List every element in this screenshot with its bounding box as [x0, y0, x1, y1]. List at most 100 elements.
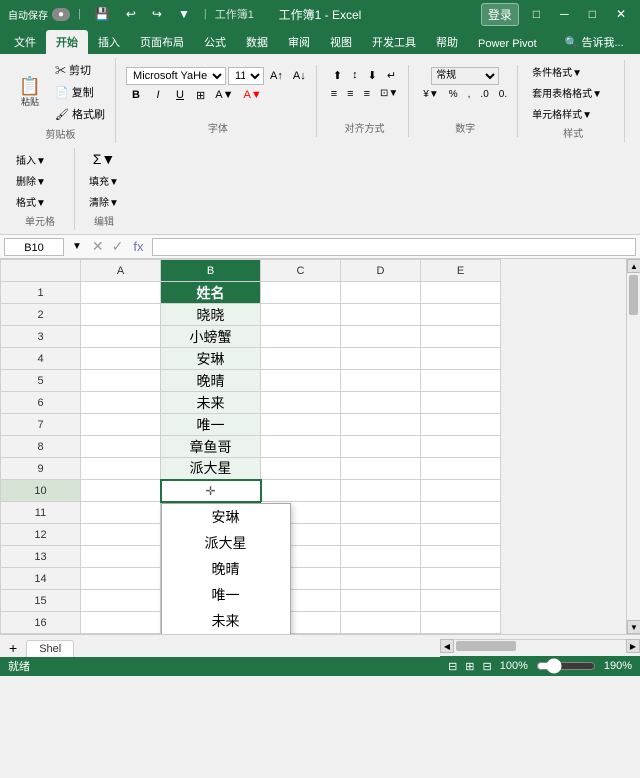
- format-button[interactable]: 格式▼: [12, 192, 68, 211]
- tab-home[interactable]: 开始: [46, 30, 88, 54]
- close-button[interactable]: ✕: [610, 5, 632, 23]
- increase-font-button[interactable]: A↑: [266, 68, 287, 84]
- tab-page-layout[interactable]: 页面布局: [130, 30, 194, 54]
- increase-decimal-button[interactable]: .0: [476, 87, 492, 102]
- scroll-up-arrow[interactable]: ▲: [627, 259, 640, 273]
- autosave-toggle[interactable]: ●: [52, 8, 70, 21]
- cell-a10[interactable]: [81, 480, 161, 502]
- horizontal-scrollbar[interactable]: ◀ ▶: [440, 639, 640, 653]
- autocomplete-item-xiaopangxie[interactable]: 小螃蟹: [162, 634, 290, 635]
- cell-reference-box[interactable]: B10: [4, 238, 64, 256]
- cell-a13[interactable]: [81, 546, 161, 568]
- row-header-8[interactable]: 8: [1, 436, 81, 458]
- tab-file[interactable]: 文件: [4, 30, 46, 54]
- autocomplete-dropdown[interactable]: 安琳 派大星 晚晴 唯一 未来 小螃蟹 晓晓 章鱼哥: [161, 503, 291, 635]
- conditional-format-button[interactable]: 条件格式▼: [528, 62, 618, 81]
- cell-c5[interactable]: [261, 370, 341, 392]
- cell-e9[interactable]: [421, 458, 501, 480]
- ribbon-toggle-button[interactable]: □: [527, 5, 546, 23]
- autosum-button[interactable]: Σ▼: [88, 149, 121, 169]
- autocomplete-item-padaxing[interactable]: 派大星: [162, 530, 290, 556]
- row-header-7[interactable]: 7: [1, 414, 81, 436]
- row-header-10[interactable]: 10: [1, 480, 81, 502]
- font-name-select[interactable]: Microsoft YaHei: [126, 67, 226, 85]
- tab-search[interactable]: 🔍 告诉我...: [555, 30, 634, 54]
- row-header-2[interactable]: 2: [1, 304, 81, 326]
- cell-e10[interactable]: [421, 480, 501, 502]
- cell-e5[interactable]: [421, 370, 501, 392]
- merge-button[interactable]: ⊡▼: [376, 86, 402, 102]
- font-color-button[interactable]: A▼: [239, 87, 265, 103]
- cell-c3[interactable]: [261, 326, 341, 348]
- col-header-e[interactable]: E: [421, 260, 501, 282]
- cell-b10[interactable]: ✛ 安琳 派大星 晚晴 唯一 未来 小螃蟹 晓晓 章鱼哥: [161, 480, 261, 502]
- cell-e15[interactable]: [421, 590, 501, 612]
- cell-c2[interactable]: [261, 304, 341, 326]
- row-header-9[interactable]: 9: [1, 458, 81, 480]
- autocomplete-item-weiyi[interactable]: 唯一: [162, 582, 290, 608]
- tab-help[interactable]: 帮助: [426, 30, 468, 54]
- cell-d2[interactable]: [341, 304, 421, 326]
- underline-button[interactable]: U: [170, 87, 190, 103]
- cell-a3[interactable]: [81, 326, 161, 348]
- cell-d14[interactable]: [341, 568, 421, 590]
- cell-e7[interactable]: [421, 414, 501, 436]
- redo-button[interactable]: ↪: [146, 5, 168, 23]
- cell-b2[interactable]: 晓晓: [161, 304, 261, 326]
- cell-d10[interactable]: [341, 480, 421, 502]
- cell-d1[interactable]: [341, 282, 421, 304]
- cell-b6[interactable]: 未来: [161, 392, 261, 414]
- vertical-scrollbar[interactable]: ▲ ▼: [626, 259, 640, 634]
- formula-input[interactable]: [152, 238, 637, 256]
- cut-button[interactable]: ✂ 剪切: [51, 60, 109, 80]
- cell-e11[interactable]: [421, 502, 501, 524]
- copy-button[interactable]: 📄 复制: [51, 82, 109, 102]
- row-header-5[interactable]: 5: [1, 370, 81, 392]
- format-painter-button[interactable]: 🖌 格式刷: [51, 104, 109, 124]
- cell-a14[interactable]: [81, 568, 161, 590]
- cell-b3[interactable]: 小螃蟹: [161, 326, 261, 348]
- cell-a5[interactable]: [81, 370, 161, 392]
- cell-d5[interactable]: [341, 370, 421, 392]
- cell-e8[interactable]: [421, 436, 501, 458]
- font-size-select[interactable]: 11: [228, 67, 264, 85]
- tab-review[interactable]: 审阅: [278, 30, 320, 54]
- col-header-c[interactable]: C: [261, 260, 341, 282]
- quick-access-more-button[interactable]: ▼: [172, 5, 196, 23]
- cell-d12[interactable]: [341, 524, 421, 546]
- currency-button[interactable]: ¥▼: [419, 87, 442, 102]
- cell-d9[interactable]: [341, 458, 421, 480]
- border-button[interactable]: ⊞: [192, 87, 209, 104]
- normal-view-icon[interactable]: ⊞: [465, 660, 474, 673]
- row-header-13[interactable]: 13: [1, 546, 81, 568]
- cell-d3[interactable]: [341, 326, 421, 348]
- cell-d4[interactable]: [341, 348, 421, 370]
- percent-button[interactable]: %: [445, 87, 462, 102]
- name-manager-button[interactable]: ▼: [68, 239, 86, 254]
- cell-c7[interactable]: [261, 414, 341, 436]
- scroll-right-arrow[interactable]: ▶: [626, 639, 640, 653]
- cell-e3[interactable]: [421, 326, 501, 348]
- cell-e12[interactable]: [421, 524, 501, 546]
- cell-a16[interactable]: [81, 612, 161, 634]
- bold-button[interactable]: B: [126, 87, 146, 103]
- cell-a8[interactable]: [81, 436, 161, 458]
- cell-a7[interactable]: [81, 414, 161, 436]
- paste-button[interactable]: 📋 粘贴: [12, 74, 48, 111]
- cell-c1[interactable]: [261, 282, 341, 304]
- table-format-button[interactable]: 套用表格格式▼: [528, 83, 618, 102]
- thousands-button[interactable]: ,: [464, 87, 475, 102]
- cell-e2[interactable]: [421, 304, 501, 326]
- add-sheet-button[interactable]: +: [4, 639, 22, 657]
- row-header-4[interactable]: 4: [1, 348, 81, 370]
- row-header-1[interactable]: 1: [1, 282, 81, 304]
- row-header-11[interactable]: 11: [1, 502, 81, 524]
- col-header-d[interactable]: D: [341, 260, 421, 282]
- cell-b9[interactable]: 派大星: [161, 458, 261, 480]
- insert-button[interactable]: 插入▼: [12, 150, 68, 169]
- row-header-12[interactable]: 12: [1, 524, 81, 546]
- cell-b1[interactable]: 姓名: [161, 282, 261, 304]
- cell-a9[interactable]: [81, 458, 161, 480]
- cell-c4[interactable]: [261, 348, 341, 370]
- cell-d11[interactable]: [341, 502, 421, 524]
